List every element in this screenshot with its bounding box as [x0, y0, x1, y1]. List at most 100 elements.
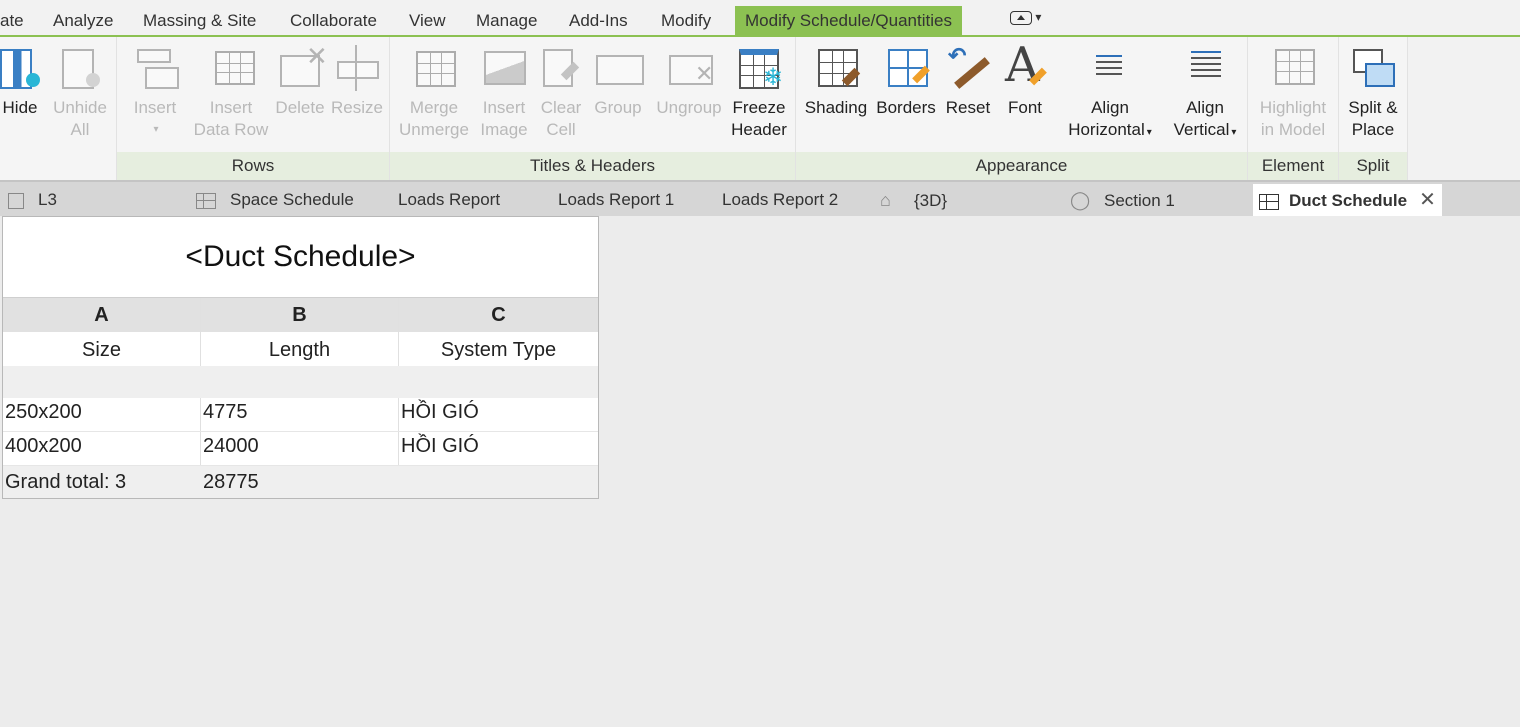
- cell-size[interactable]: 400x200: [3, 432, 201, 465]
- font-icon: A: [1001, 39, 1049, 95]
- column-letter-a[interactable]: A: [3, 298, 201, 332]
- grand-total-label: Grand total: 3: [5, 471, 127, 493]
- clear-cell-button[interactable]: Clear Cell: [538, 45, 584, 141]
- panel-appearance: Shading Borders ↶ Reset A Font Align Hor…: [796, 37, 1248, 180]
- tab-massing-site[interactable]: Massing & Site: [143, 0, 256, 35]
- panel-element: Highlight in Model Element: [1248, 37, 1339, 180]
- freeze-header-icon: ❄: [735, 45, 783, 95]
- view-tab-3d[interactable]: ⌂ {3D}: [880, 186, 947, 214]
- table-row[interactable]: 250x200 4775 HỒI GIÓ: [3, 398, 598, 432]
- ungroup-button[interactable]: ✕ Ungroup: [652, 45, 726, 119]
- tab-analyze[interactable]: Analyze: [53, 0, 113, 35]
- schedule-title[interactable]: <Duct Schedule>: [3, 217, 598, 298]
- panel-rows: Insert ▾ Insert Data Row ✕ Delete Resize…: [117, 37, 390, 180]
- grand-total-row: Grand total: 3 28775: [3, 466, 598, 498]
- view-tab-section-1[interactable]: ◯ Section 1: [1070, 186, 1175, 214]
- view-tab-loads-report-2[interactable]: Loads Report 2: [722, 186, 838, 214]
- reset-button[interactable]: ↶ Reset: [942, 45, 994, 119]
- insert-data-row-icon: [207, 45, 255, 95]
- split-place-button[interactable]: Split & Place: [1343, 45, 1403, 141]
- highlight-in-model-icon: [1269, 45, 1317, 95]
- view-tab-l3[interactable]: L3: [8, 186, 57, 214]
- column-header-system-type[interactable]: System Type: [399, 332, 598, 366]
- align-horizontal-icon: [1086, 45, 1134, 95]
- column-header-row: Size Length System Type: [3, 332, 598, 366]
- ribbon: Hide Unhide All Insert ▾ Insert Data Row…: [0, 37, 1520, 180]
- merge-cells-icon: [410, 45, 458, 95]
- unhide-icon: [56, 45, 104, 95]
- schedule-icon: [1259, 193, 1279, 210]
- tab-modify[interactable]: Modify: [661, 0, 711, 35]
- insert-button[interactable]: Insert ▾: [127, 45, 183, 141]
- insert-data-row-button[interactable]: Insert Data Row: [191, 45, 271, 141]
- align-vertical-icon: [1181, 45, 1229, 95]
- tab-manage[interactable]: Manage: [476, 0, 537, 35]
- cell-length[interactable]: 24000: [201, 432, 399, 465]
- panel-parameters: Hide Unhide All: [0, 37, 117, 180]
- group-button[interactable]: Group: [590, 45, 646, 119]
- header-spacer-row: [3, 366, 598, 398]
- delete-row-icon: ✕: [276, 43, 328, 95]
- column-letter-c[interactable]: C: [399, 298, 598, 332]
- column-header-length[interactable]: Length: [201, 332, 399, 366]
- freeze-header-button[interactable]: ❄ Freeze Header: [728, 45, 790, 141]
- panel-label-titles-headers: Titles & Headers: [390, 152, 795, 180]
- insert-row-icon: [131, 45, 179, 95]
- panel-toggle-icon: [1010, 10, 1032, 25]
- resize-icon: [333, 45, 381, 95]
- shading-button[interactable]: Shading: [802, 45, 870, 119]
- resize-button[interactable]: Resize: [331, 45, 383, 119]
- merge-unmerge-button[interactable]: Merge Unmerge: [398, 45, 470, 141]
- align-horizontal-button[interactable]: Align Horizontal ▾: [1062, 45, 1158, 144]
- house-3d-icon: ⌂: [880, 190, 891, 210]
- align-vertical-button[interactable]: Align Vertical ▾: [1170, 45, 1240, 144]
- ribbon-tab-bar: ate Analyze Massing & Site Collaborate V…: [0, 0, 1520, 37]
- panel-label-split: Split: [1339, 152, 1407, 180]
- panel-split: Split & Place Split: [1339, 37, 1408, 180]
- unhide-all-button[interactable]: Unhide All: [50, 45, 110, 141]
- view-tab-space-schedule[interactable]: Space Schedule: [196, 186, 354, 214]
- tab-modify-schedule-quantities[interactable]: Modify Schedule/Quantities: [735, 6, 962, 37]
- view-tab-bar: L3 Space Schedule Loads Report Loads Rep…: [0, 180, 1520, 216]
- table-row[interactable]: 400x200 24000 HỒI GIÓ: [3, 432, 598, 466]
- panel-label-appearance: Appearance: [796, 152, 1247, 180]
- cell-system-type[interactable]: HỒI GIÓ: [399, 432, 598, 465]
- highlight-in-model-button[interactable]: Highlight in Model: [1250, 45, 1336, 141]
- tab-create[interactable]: ate: [0, 0, 24, 35]
- borders-button[interactable]: Borders: [874, 45, 938, 119]
- column-letter-b[interactable]: B: [201, 298, 399, 332]
- ungroup-icon: ✕: [665, 45, 713, 95]
- tab-add-ins[interactable]: Add-Ins: [569, 0, 628, 35]
- font-button[interactable]: A Font: [1000, 39, 1050, 119]
- view-tab-loads-report[interactable]: Loads Report: [398, 186, 500, 214]
- schedule-icon: [196, 192, 216, 209]
- view-tab-duct-schedule[interactable]: Duct Schedule ✕: [1253, 184, 1442, 216]
- view-tab-loads-report-1[interactable]: Loads Report 1: [558, 186, 674, 214]
- image-icon: [480, 45, 528, 95]
- ribbon-display-toggle[interactable]: ▾: [1010, 10, 1041, 25]
- panel-titles-headers: Merge Unmerge Insert Image Clear Cell Gr…: [390, 37, 796, 180]
- panel-label-element: Element: [1248, 152, 1338, 180]
- borders-icon: [882, 45, 930, 95]
- duct-schedule-table: <Duct Schedule> A B C Size Length System…: [2, 216, 599, 499]
- cell-size[interactable]: 250x200: [3, 398, 201, 431]
- floor-plan-icon: [8, 192, 24, 209]
- reset-brush-icon: ↶: [944, 45, 992, 95]
- insert-image-button[interactable]: Insert Image: [476, 45, 532, 141]
- eraser-icon: [539, 45, 583, 95]
- tab-collaborate[interactable]: Collaborate: [290, 0, 377, 35]
- column-header-size[interactable]: Size: [3, 332, 201, 366]
- grand-total-length: 28775: [203, 471, 259, 493]
- column-letter-row: A B C: [3, 298, 598, 332]
- tab-view[interactable]: View: [409, 0, 446, 35]
- shading-icon: [812, 45, 861, 95]
- delete-button[interactable]: ✕ Delete: [275, 43, 328, 119]
- section-marker-icon: ◯: [1070, 190, 1091, 210]
- close-icon[interactable]: ✕: [1419, 189, 1436, 211]
- cell-system-type[interactable]: HỒI GIÓ: [399, 398, 598, 431]
- hide-column-icon: [0, 45, 40, 95]
- hide-button[interactable]: Hide: [0, 45, 40, 119]
- group-icon: [594, 45, 644, 95]
- cell-length[interactable]: 4775: [201, 398, 399, 431]
- panel-label-rows: Rows: [117, 152, 389, 180]
